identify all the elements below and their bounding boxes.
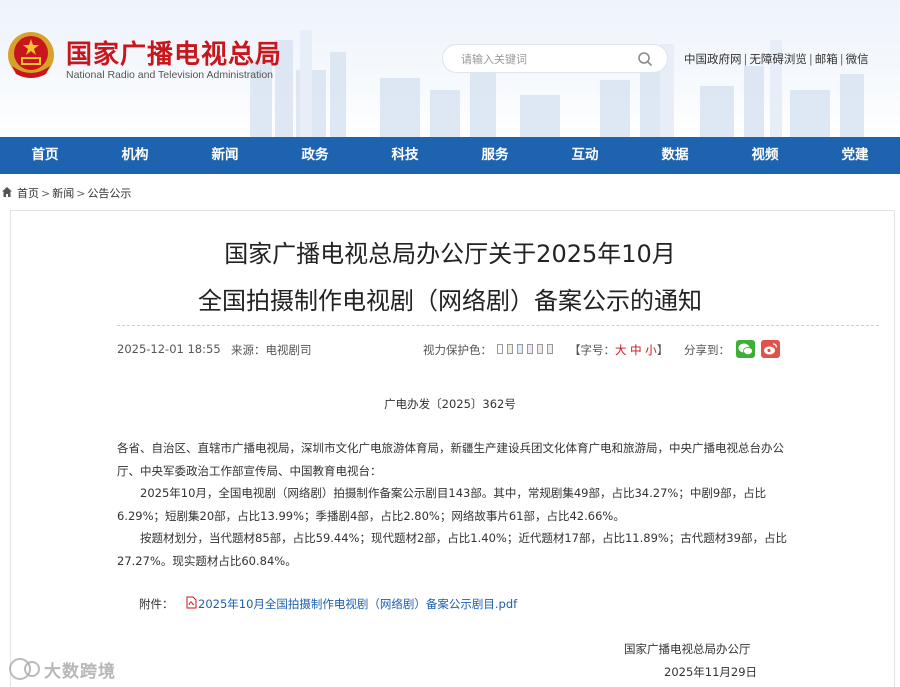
national-emblem-logo[interactable] xyxy=(6,30,56,80)
link-accessibility[interactable]: 无障碍浏览 xyxy=(749,52,807,66)
font-size-label-end: 】 xyxy=(656,343,669,357)
link-wechat[interactable]: 微信 xyxy=(846,52,869,66)
signature-date: 2025年11月29日 xyxy=(664,665,758,679)
nav-item-technology[interactable]: 科技 xyxy=(360,137,450,174)
top-links: 中国政府网 | 无障碍浏览 | 邮箱 | 微信 xyxy=(684,51,869,67)
article-paragraph-2: 2025年10月，全国电视剧（网络剧）拍摄制作备案公示剧目143部。其中，常规剧… xyxy=(117,486,767,523)
site-name-en: National Radio and Television Administra… xyxy=(66,69,274,81)
article-title-line2: 全国拍摄制作电视剧（网络剧）备案公示的通知 xyxy=(198,287,702,315)
nav-item-party[interactable]: 党建 xyxy=(810,137,900,174)
separator: | xyxy=(839,52,844,66)
nav-item-government[interactable]: 政务 xyxy=(270,137,360,174)
breadcrumb-separator: > xyxy=(41,187,51,200)
vision-color-swatch[interactable] xyxy=(527,344,533,354)
nav-item-video[interactable]: 视频 xyxy=(720,137,810,174)
vision-color-swatch[interactable] xyxy=(517,344,523,354)
link-mail[interactable]: 邮箱 xyxy=(815,52,838,66)
vision-color-swatch[interactable] xyxy=(537,344,543,354)
main-nav: 首页 机构 新闻 政务 科技 服务 互动 数据 视频 党建 xyxy=(0,137,900,174)
breadcrumb-notices[interactable]: 公告公示 xyxy=(87,187,131,200)
article-paragraph-3: 按题材划分，当代题材85部，占比59.44%；现代题材2部，占比1.40%；近代… xyxy=(117,531,787,568)
search-box xyxy=(442,44,668,73)
publish-date: 2025-12-01 18:55 xyxy=(117,342,221,356)
article-paragraph-1: 各省、自治区、直辖市广播电视局，深圳市文化广电旅游体育局，新疆生产建设兵团文化体… xyxy=(117,441,784,478)
font-size-options[interactable]: 大 中 小 xyxy=(615,343,657,357)
document-number: 广电办发〔2025〕362号 xyxy=(384,397,516,411)
separator: | xyxy=(808,52,813,66)
title-divider xyxy=(117,325,879,326)
nav-item-institution[interactable]: 机构 xyxy=(90,137,180,174)
nav-item-news[interactable]: 新闻 xyxy=(180,137,270,174)
home-icon xyxy=(2,187,12,197)
nav-item-interaction[interactable]: 互动 xyxy=(540,137,630,174)
search-icon[interactable] xyxy=(637,51,653,67)
signature-organization: 国家广播电视总局办公厅 xyxy=(624,642,751,656)
vision-color-swatch[interactable] xyxy=(547,344,553,354)
breadcrumb-trail: 首页 > 新闻 > 公告公示 xyxy=(17,185,131,201)
weibo-share-button[interactable] xyxy=(761,340,780,358)
article-source: 来源：电视剧司 xyxy=(231,343,312,357)
breadcrumb-home[interactable]: 首页 xyxy=(17,187,39,200)
watermark-text: 大数跨境 xyxy=(44,662,116,682)
wechat-icon xyxy=(738,343,753,355)
nav-item-data[interactable]: 数据 xyxy=(630,137,720,174)
wechat-share-button[interactable] xyxy=(736,340,755,358)
breadcrumb-news[interactable]: 新闻 xyxy=(52,187,74,200)
vision-protect-label: 视力保护色： xyxy=(423,343,492,357)
attachment-pdf-link[interactable]: 2025年10月全国拍摄制作电视剧（网络剧）备案公示剧目.pdf xyxy=(198,596,517,612)
font-size-label: 【字号： xyxy=(569,343,615,357)
nav-item-service[interactable]: 服务 xyxy=(450,137,540,174)
link-gov-portal[interactable]: 中国政府网 xyxy=(684,52,742,66)
vision-color-swatch[interactable] xyxy=(507,344,513,354)
font-size-control: 【字号：大 中 小】 xyxy=(569,342,668,358)
pdf-icon xyxy=(186,596,197,609)
attachment-label: 附件： xyxy=(139,597,174,611)
separator: | xyxy=(743,52,748,66)
search-input[interactable] xyxy=(461,51,631,67)
site-header: 国家广播电视总局 National Radio and Television A… xyxy=(0,0,900,137)
weibo-icon xyxy=(764,343,778,355)
article-title-line1: 国家广播电视总局办公厅关于2025年10月 xyxy=(224,240,676,268)
nav-item-home[interactable]: 首页 xyxy=(0,137,90,174)
site-name-cn[interactable]: 国家广播电视总局 xyxy=(66,34,282,71)
breadcrumb-separator: > xyxy=(76,187,86,200)
share-label: 分享到： xyxy=(684,343,730,357)
vision-color-swatch[interactable] xyxy=(497,344,503,354)
